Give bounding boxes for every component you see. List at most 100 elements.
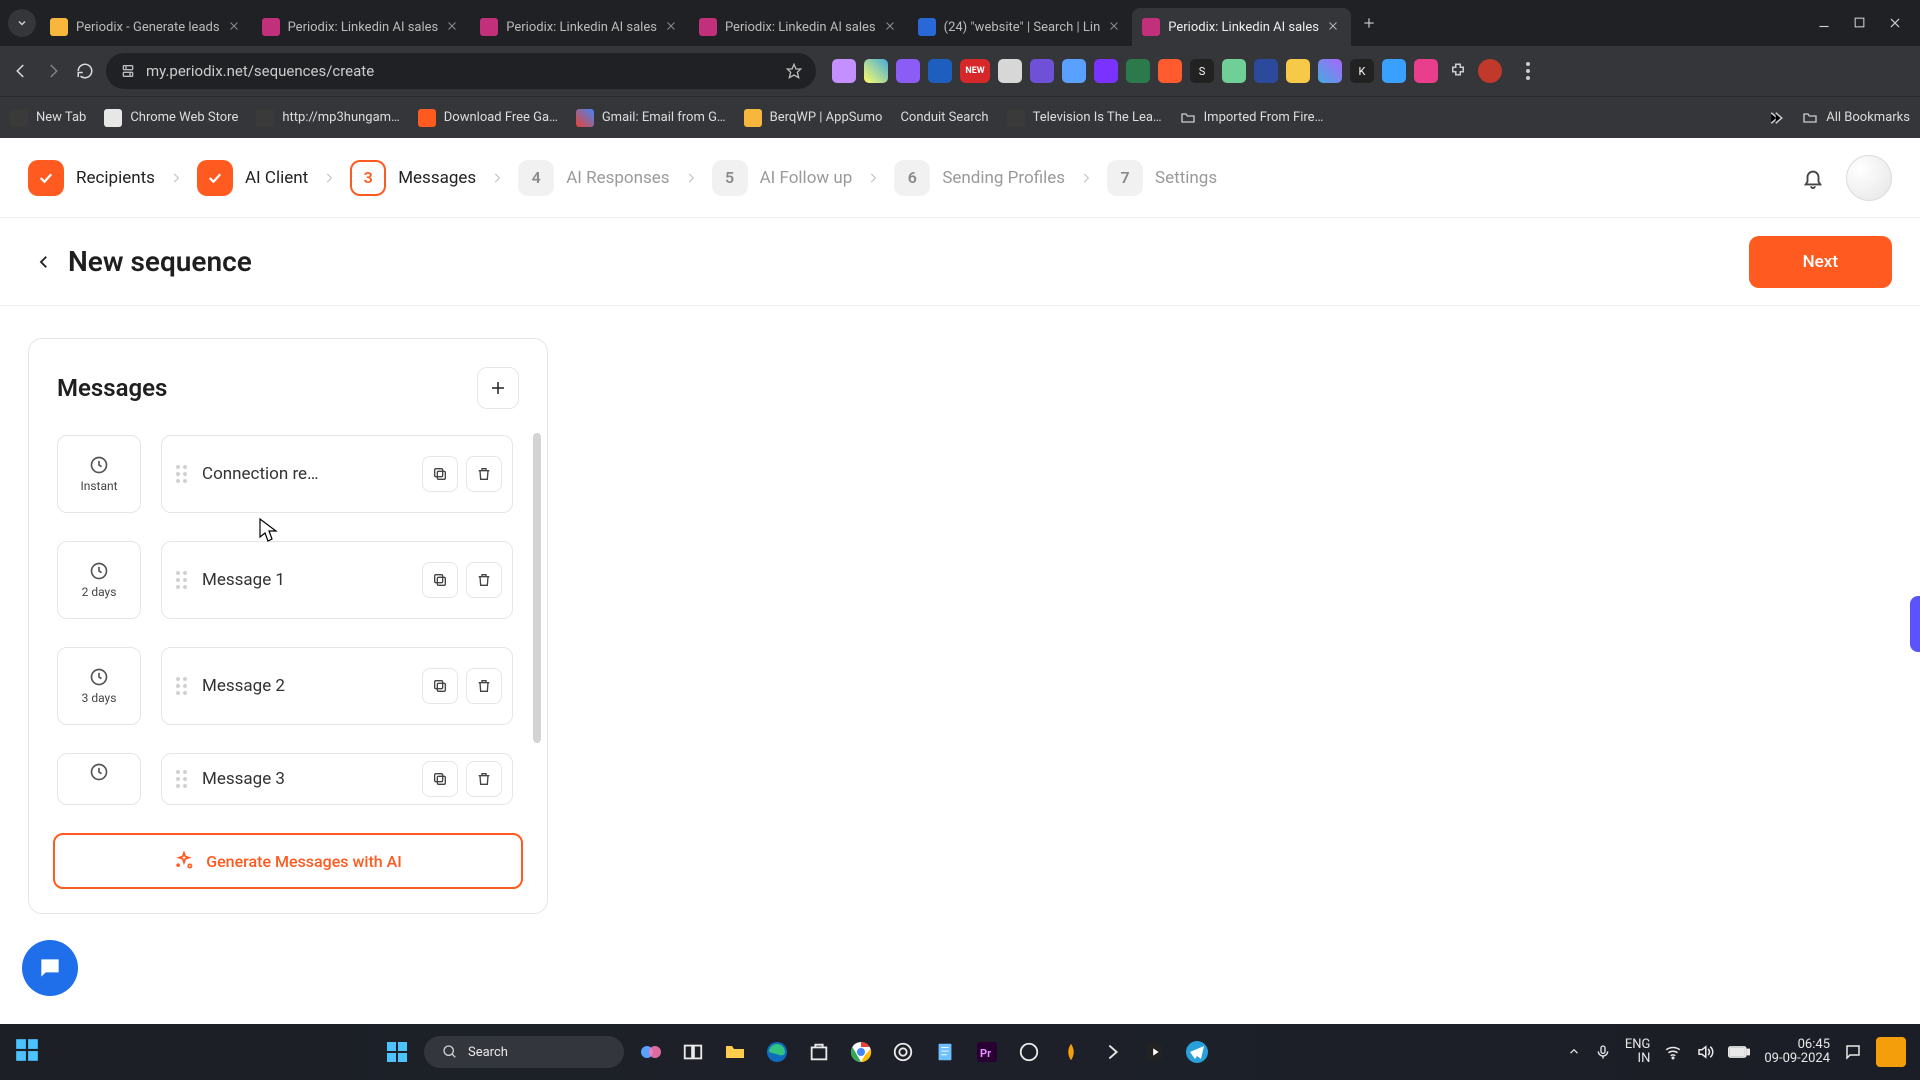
new-tab-button[interactable] xyxy=(1355,9,1383,37)
bell-icon[interactable] xyxy=(1802,167,1824,189)
drag-handle-icon[interactable] xyxy=(176,465,190,483)
browser-menu-button[interactable] xyxy=(1518,61,1538,81)
app-icon[interactable] xyxy=(1098,1037,1128,1067)
taskbar-search[interactable]: Search xyxy=(424,1036,624,1068)
browser-tab[interactable]: Periodix - Generate leads xyxy=(40,8,252,46)
extension-icon[interactable] xyxy=(1062,59,1086,83)
widgets-button[interactable] xyxy=(14,1037,44,1067)
file-explorer-icon[interactable] xyxy=(720,1037,750,1067)
browser-tab-active[interactable]: Periodix: Linkedin AI sales xyxy=(1132,8,1351,46)
step-ai-followup[interactable]: 5 AI Follow up xyxy=(712,160,853,196)
step-ai-client[interactable]: AI Client xyxy=(197,160,308,196)
duplicate-button[interactable] xyxy=(422,668,458,704)
extension-icon[interactable] xyxy=(1158,59,1182,83)
browser-tab[interactable]: Periodix: Linkedin AI sales xyxy=(689,8,908,46)
chrome-icon[interactable] xyxy=(846,1037,876,1067)
close-icon[interactable] xyxy=(228,20,242,34)
bookmark-item[interactable]: http://mp3hungam… xyxy=(256,109,399,127)
close-icon[interactable] xyxy=(446,20,460,34)
extension-icon[interactable]: K xyxy=(1350,59,1374,83)
app-icon[interactable] xyxy=(1056,1037,1086,1067)
pinned-app-icon[interactable] xyxy=(1876,1037,1906,1067)
url-input[interactable]: my.periodix.net/sequences/create xyxy=(106,53,816,89)
profile-avatar-icon[interactable] xyxy=(1478,59,1502,83)
store-icon[interactable] xyxy=(804,1037,834,1067)
next-button[interactable]: Next xyxy=(1749,236,1892,288)
nav-back-button[interactable] xyxy=(10,60,32,82)
browser-tab[interactable]: Periodix: Linkedin AI sales xyxy=(252,8,471,46)
close-icon[interactable] xyxy=(1108,20,1122,34)
extension-icon[interactable] xyxy=(1286,59,1310,83)
all-bookmarks-button[interactable]: All Bookmarks xyxy=(1802,110,1910,126)
extension-icon[interactable] xyxy=(1094,59,1118,83)
duplicate-button[interactable] xyxy=(422,456,458,492)
close-icon[interactable] xyxy=(884,20,898,34)
drag-handle-icon[interactable] xyxy=(176,770,190,788)
extension-icon[interactable] xyxy=(1126,59,1150,83)
edge-icon[interactable] xyxy=(762,1037,792,1067)
extension-icon[interactable] xyxy=(1030,59,1054,83)
duplicate-button[interactable] xyxy=(422,761,458,797)
tray-overflow-icon[interactable] xyxy=(1567,1045,1581,1059)
delay-chip[interactable]: 3 days xyxy=(57,647,141,725)
extension-icon[interactable] xyxy=(896,59,920,83)
step-settings[interactable]: 7 Settings xyxy=(1107,160,1217,196)
language-indicator[interactable]: ENG IN xyxy=(1625,1038,1651,1067)
bookmark-item[interactable]: Gmail: Email from G… xyxy=(576,109,726,127)
wifi-icon[interactable] xyxy=(1664,1043,1682,1061)
delay-chip[interactable]: Instant xyxy=(57,435,141,513)
bookmark-item[interactable]: Imported From Fire… xyxy=(1180,110,1324,126)
extension-icon[interactable] xyxy=(1382,59,1406,83)
app-icon[interactable] xyxy=(1140,1037,1170,1067)
notifications-icon[interactable] xyxy=(1844,1043,1862,1061)
step-ai-responses[interactable]: 4 AI Responses xyxy=(518,160,669,196)
extension-icon[interactable] xyxy=(1318,59,1342,83)
minimize-button[interactable] xyxy=(1817,16,1831,30)
message-card[interactable]: Message 2 xyxy=(161,647,513,725)
scrollbar-thumb[interactable] xyxy=(533,433,541,743)
side-handle[interactable] xyxy=(1910,596,1920,652)
bookmark-item[interactable]: Chrome Web Store xyxy=(104,109,238,127)
site-settings-icon[interactable] xyxy=(120,63,136,79)
message-card[interactable]: Message 3 xyxy=(161,753,513,805)
delete-button[interactable] xyxy=(466,562,502,598)
start-button[interactable] xyxy=(382,1037,412,1067)
extension-icon[interactable] xyxy=(998,59,1022,83)
browser-tab[interactable]: (24) "website" | Search | Lin xyxy=(908,8,1133,46)
extension-icon[interactable] xyxy=(928,59,952,83)
delete-button[interactable] xyxy=(466,456,502,492)
mic-icon[interactable] xyxy=(1595,1044,1611,1060)
maximize-button[interactable] xyxy=(1853,16,1866,30)
duplicate-button[interactable] xyxy=(422,562,458,598)
delay-chip[interactable]: 2 days xyxy=(57,541,141,619)
extension-icon[interactable] xyxy=(832,59,856,83)
close-icon[interactable] xyxy=(1327,20,1341,34)
step-sending-profiles[interactable]: 6 Sending Profiles xyxy=(894,160,1065,196)
extension-icon[interactable] xyxy=(1254,59,1278,83)
bookmark-item[interactable]: Television Is The Lea… xyxy=(1007,109,1162,127)
step-recipients[interactable]: Recipients xyxy=(28,160,155,196)
clock[interactable]: 06:45 09-09-2024 xyxy=(1764,1038,1830,1067)
extension-icon[interactable] xyxy=(1414,59,1438,83)
bookmark-item[interactable]: New Tab xyxy=(10,109,86,127)
extension-icon[interactable] xyxy=(1222,59,1246,83)
close-icon[interactable] xyxy=(665,20,679,34)
step-messages[interactable]: 3 Messages xyxy=(350,160,476,196)
volume-icon[interactable] xyxy=(1696,1043,1714,1061)
bookmark-overflow-button[interactable] xyxy=(1766,109,1784,127)
bookmark-item[interactable]: Download Free Ga… xyxy=(418,109,558,127)
message-card[interactable]: Connection re… xyxy=(161,435,513,513)
notepad-icon[interactable] xyxy=(930,1037,960,1067)
task-view-icon[interactable] xyxy=(678,1037,708,1067)
extension-icon[interactable]: S xyxy=(1190,59,1214,83)
extension-icon[interactable] xyxy=(864,59,888,83)
premiere-icon[interactable]: Pr xyxy=(972,1037,1002,1067)
copilot-icon[interactable] xyxy=(636,1037,666,1067)
app-icon[interactable] xyxy=(1014,1037,1044,1067)
help-chat-button[interactable] xyxy=(22,940,78,996)
bookmark-star-icon[interactable] xyxy=(786,63,802,79)
tabs-dropdown-button[interactable] xyxy=(8,9,36,37)
drag-handle-icon[interactable] xyxy=(176,677,190,695)
bookmark-item[interactable]: Conduit Search xyxy=(900,110,988,125)
battery-icon[interactable] xyxy=(1728,1045,1750,1059)
